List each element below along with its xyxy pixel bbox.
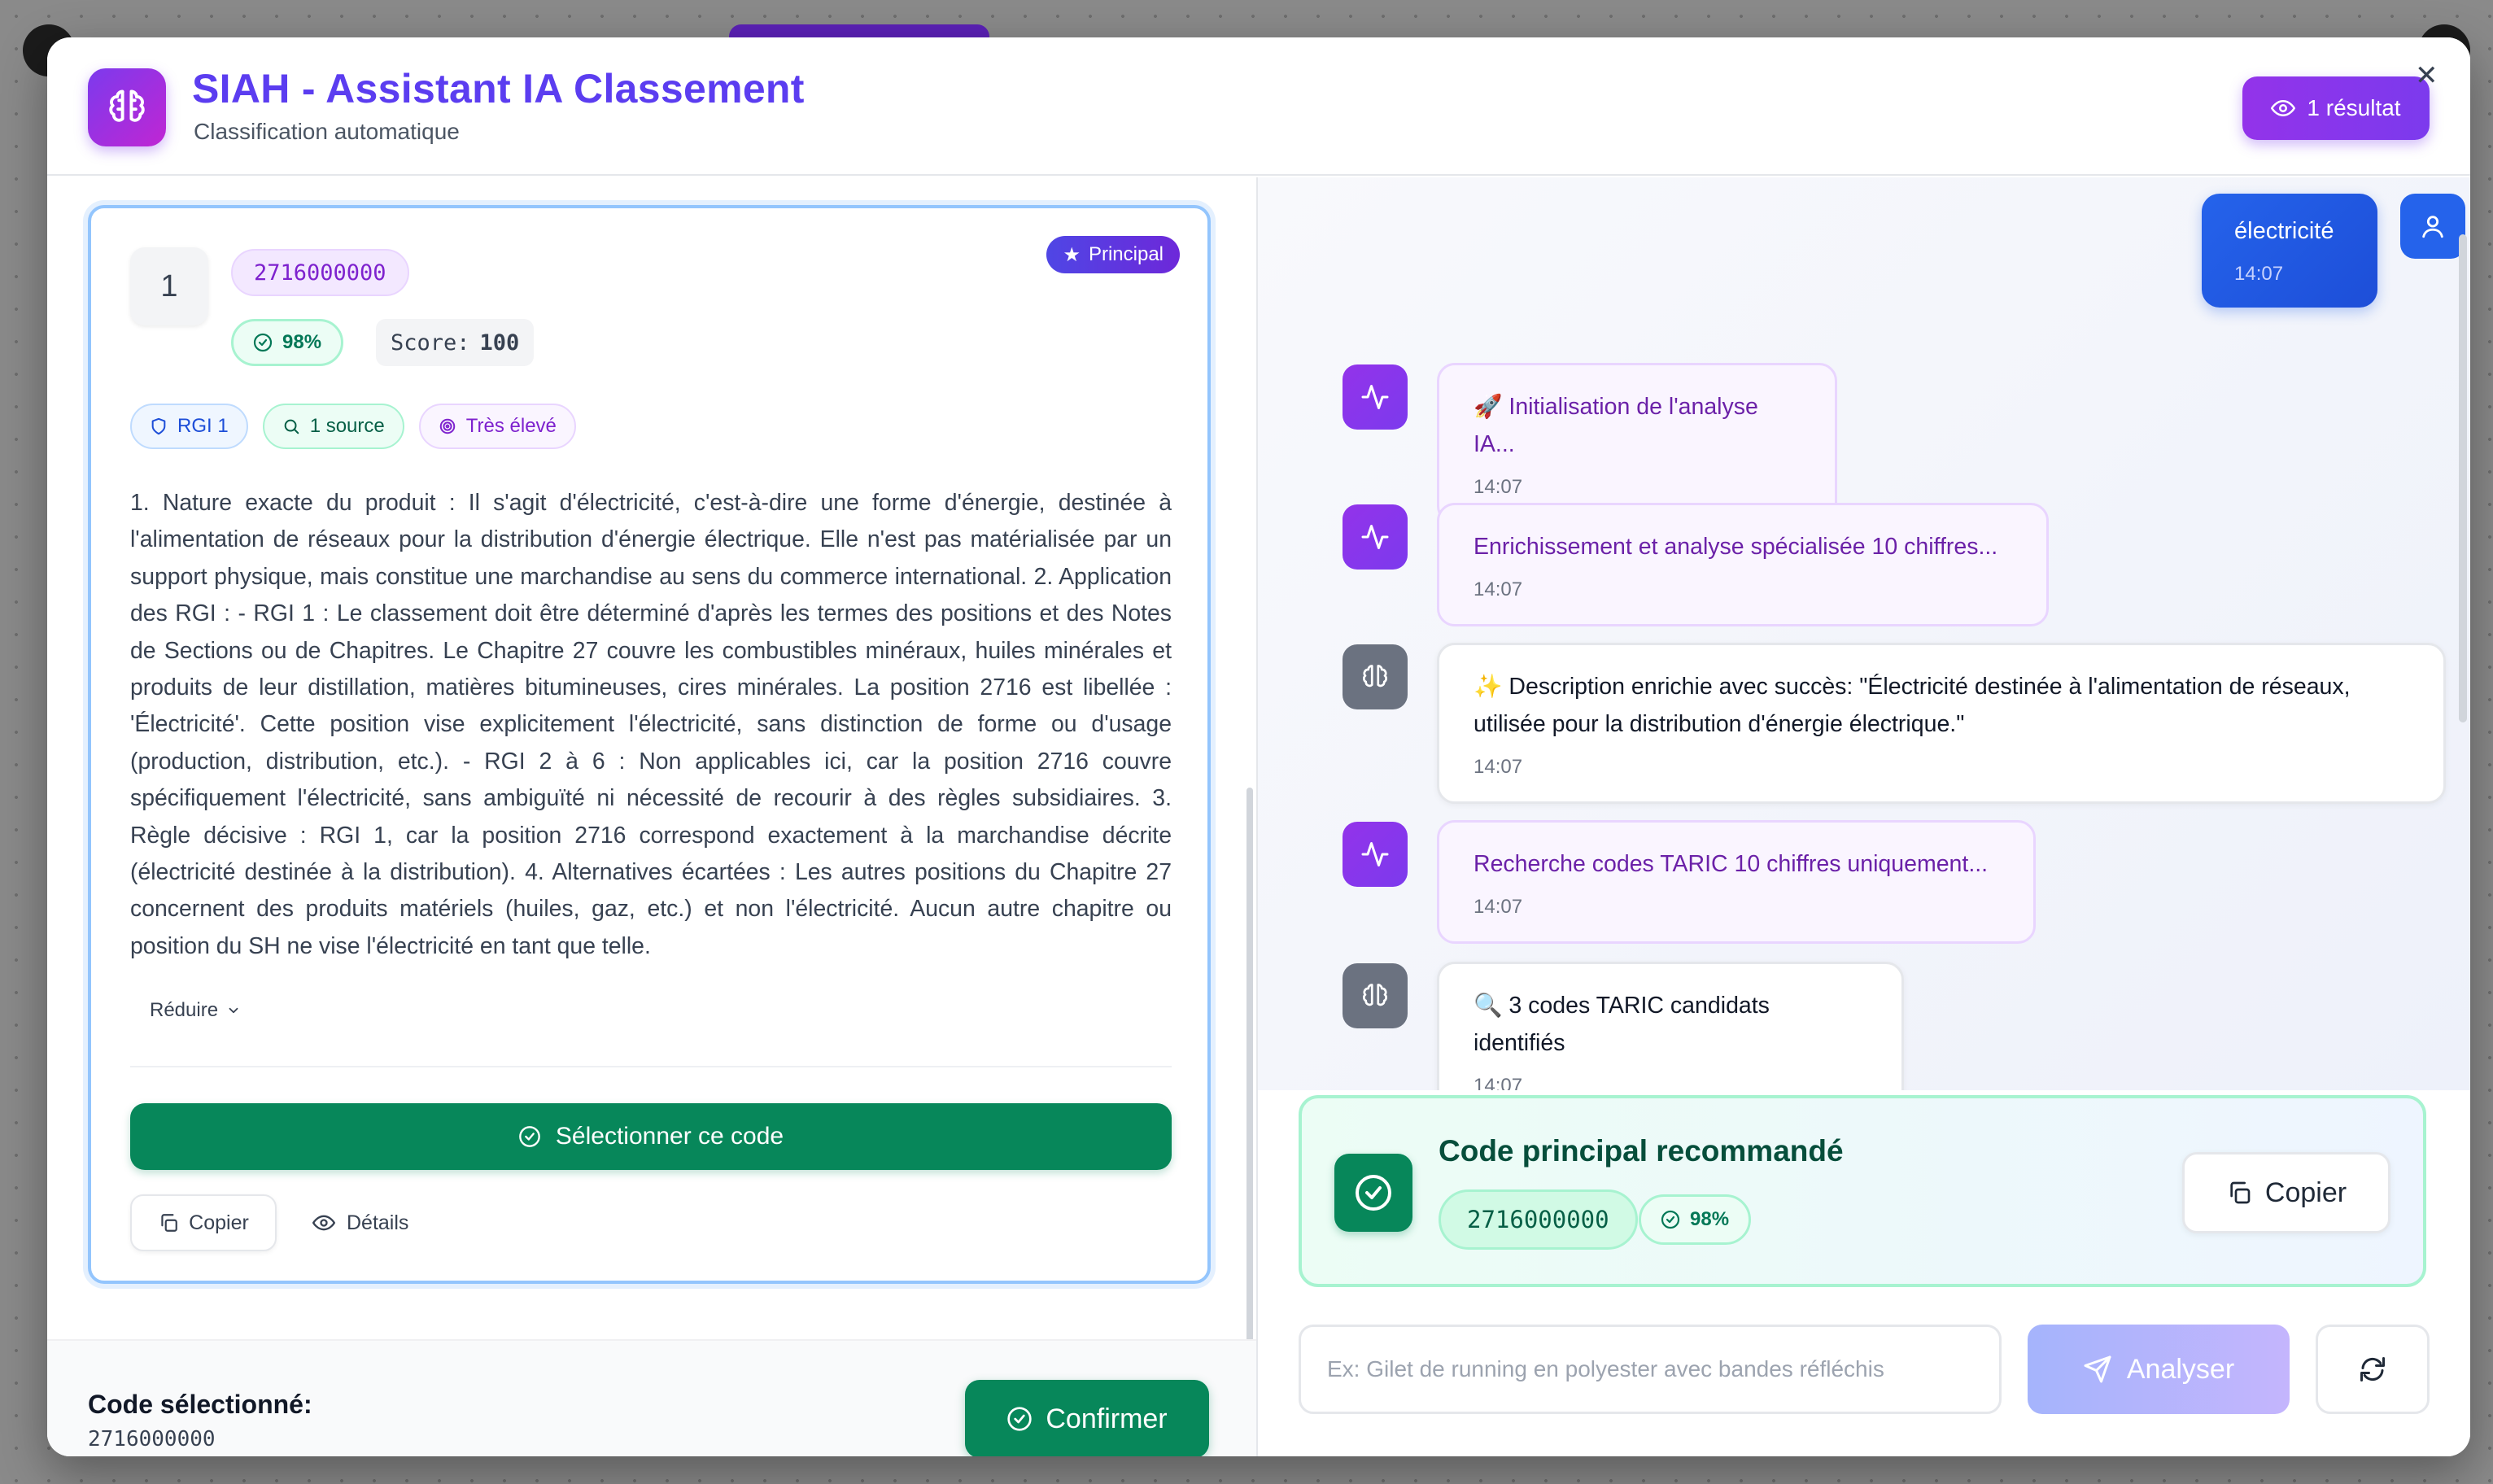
tag-sources-label: 1 source xyxy=(309,415,385,437)
bot-message: Enrichissement et analyse spécialisée 10… xyxy=(1437,503,2049,626)
chat-scrollbar[interactable] xyxy=(2459,234,2467,722)
selection-footer: Code sélectionné: 2716000000 Confirmer xyxy=(47,1339,1256,1456)
bot-message: 🚀 Initialisation de l'analyse IA... 14:0… xyxy=(1437,363,1837,524)
check-circle-icon xyxy=(519,1126,540,1147)
bot-message-time: 14:07 xyxy=(1474,756,1523,778)
bot-message-time: 14:07 xyxy=(1474,476,1523,498)
classification-modal: SIAH - Assistant IA Classement Classific… xyxy=(47,37,2470,1456)
copy-recommended-label: Copier xyxy=(2264,1176,2347,1208)
star-icon: ★ xyxy=(1063,243,1081,266)
chat-panel: électricité 14:07 🚀 Initialisation de l'… xyxy=(1258,177,2470,1090)
bot-message: 🔍 3 codes TARIC candidats identifiés 14:… xyxy=(1437,962,1904,1090)
recommended-confidence-value: 98% xyxy=(1690,1208,1730,1230)
shield-icon xyxy=(151,417,166,435)
justification-text: 1. Nature exacte du produit : Il s'agit … xyxy=(130,490,1172,959)
description-input[interactable] xyxy=(1299,1325,2002,1414)
bot-message-time: 14:07 xyxy=(1474,1075,1523,1090)
principal-badge: ★ Principal xyxy=(1046,236,1180,273)
user-avatar-icon xyxy=(2400,194,2465,259)
modal-title: SIAH - Assistant IA Classement xyxy=(192,66,805,111)
refresh-button[interactable] xyxy=(2316,1325,2430,1414)
check-circle-icon xyxy=(1661,1210,1680,1229)
results-button[interactable]: 1 résultat xyxy=(2242,76,2430,140)
bot-message-text: 🔍 3 codes TARIC candidats identifiés xyxy=(1474,993,1770,1056)
select-code-label: Sélectionner ce code xyxy=(555,1123,784,1150)
check-circle-icon xyxy=(1007,1407,1033,1431)
collapse-label: Réduire xyxy=(150,999,219,1021)
rank-badge: 1 xyxy=(130,247,208,325)
refresh-icon xyxy=(2360,1357,2385,1381)
check-circle-icon xyxy=(1334,1154,1412,1232)
details-button[interactable]: Détails xyxy=(312,1194,408,1251)
confirm-label: Confirmer xyxy=(1046,1403,1168,1434)
bot-message: ✨ Description enrichie avec succès: "Éle… xyxy=(1437,643,2446,804)
recommended-code-pill: 2716000000 xyxy=(1439,1189,1638,1250)
score-label: Score: xyxy=(391,330,470,356)
tag-list: RGI 1 1 source Très élevé xyxy=(130,404,576,449)
brain-icon xyxy=(1343,963,1408,1028)
activity-icon xyxy=(1343,822,1408,887)
card-divider xyxy=(130,1066,1172,1067)
copy-icon xyxy=(2230,1181,2251,1204)
send-icon xyxy=(2084,1355,2111,1383)
copy-icon xyxy=(161,1214,178,1232)
bot-message: Recherche codes TARIC 10 chiffres unique… xyxy=(1437,820,2036,944)
tag-rgi: RGI 1 xyxy=(130,404,248,449)
bot-message-text: Recherche codes TARIC 10 chiffres unique… xyxy=(1474,851,1989,877)
tag-rgi-label: RGI 1 xyxy=(177,415,229,437)
analyze-button[interactable]: Analyser xyxy=(2028,1325,2290,1414)
copy-label: Copier xyxy=(189,1211,249,1234)
analyze-label: Analyser xyxy=(2126,1353,2235,1385)
eye-icon xyxy=(312,1215,335,1231)
details-label: Détails xyxy=(347,1211,409,1234)
bot-message-time: 14:07 xyxy=(1474,578,1523,600)
recommended-confidence-badge: 98% xyxy=(1639,1194,1752,1245)
confidence-value: 98% xyxy=(282,331,322,353)
select-code-button[interactable]: Sélectionner ce code xyxy=(130,1103,1172,1170)
user-message-text: électricité xyxy=(2234,218,2334,244)
confirm-button[interactable]: Confirmer xyxy=(965,1380,1209,1456)
tag-confidence-label: Très élevé xyxy=(465,415,557,437)
confidence-badge: 98% xyxy=(231,319,344,366)
brain-icon xyxy=(1343,644,1408,709)
recommendation-title: Code principal recommandé xyxy=(1439,1134,1844,1168)
taric-code-pill: 2716000000 xyxy=(231,249,409,296)
copy-button[interactable]: Copier xyxy=(130,1194,277,1251)
check-circle-icon xyxy=(253,333,273,352)
results-button-label: 1 résultat xyxy=(2307,95,2401,120)
search-icon xyxy=(284,419,299,434)
target-icon xyxy=(439,418,456,434)
bot-message-text: ✨ Description enrichie avec succès: "Éle… xyxy=(1474,674,2351,737)
results-pane: 1 2716000000 98% Score: 100 ★ Principal … xyxy=(47,177,1256,1456)
bot-message-text: Enrichissement et analyse spécialisée 10… xyxy=(1474,534,1998,560)
activity-icon xyxy=(1343,504,1408,570)
score-value: 100 xyxy=(479,330,520,356)
bot-message-text: 🚀 Initialisation de l'analyse IA... xyxy=(1474,394,1758,457)
user-message: électricité 14:07 xyxy=(2202,194,2377,308)
copy-recommended-button[interactable]: Copier xyxy=(2182,1152,2390,1233)
close-icon[interactable]: ✕ xyxy=(2415,62,2438,89)
user-message-time: 14:07 xyxy=(2234,263,2284,285)
bot-message-time: 14:07 xyxy=(1474,896,1523,918)
modal-subtitle: Classification automatique xyxy=(194,119,460,144)
score-badge: Score: 100 xyxy=(376,319,535,366)
selected-code-label: Code sélectionné: xyxy=(88,1390,312,1419)
tag-confidence-level: Très élevé xyxy=(418,404,576,449)
modal-header: SIAH - Assistant IA Classement Classific… xyxy=(47,37,2470,176)
principal-label: Principal xyxy=(1088,243,1164,265)
brain-logo-icon xyxy=(88,68,166,146)
result-card[interactable]: 1 2716000000 98% Score: 100 ★ Principal … xyxy=(88,205,1211,1284)
tag-sources: 1 source xyxy=(262,404,404,449)
activity-icon xyxy=(1343,364,1408,430)
collapse-toggle[interactable]: Réduire xyxy=(150,999,241,1022)
recommendation-card: Code principal recommandé 2716000000 98%… xyxy=(1299,1095,2426,1287)
eye-icon xyxy=(2271,100,2296,116)
selected-code-value: 2716000000 xyxy=(88,1427,216,1451)
left-scrollbar[interactable] xyxy=(1246,788,1253,1422)
chevron-down-icon xyxy=(229,1007,238,1014)
